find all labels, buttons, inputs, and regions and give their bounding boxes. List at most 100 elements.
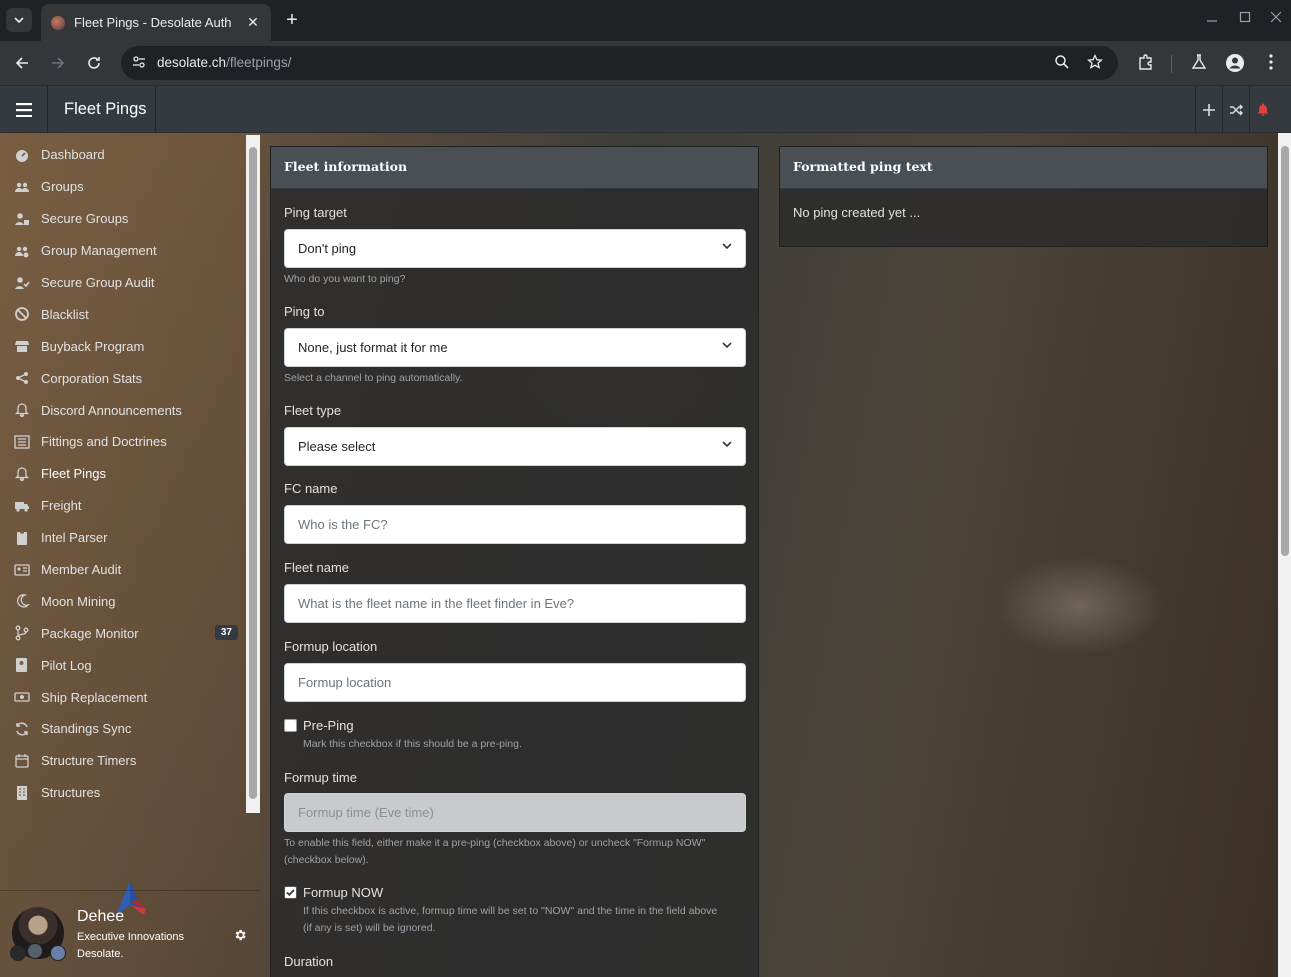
formup-now-checkbox[interactable] [284,886,297,899]
maximize-icon[interactable] [1239,10,1251,26]
zoom-icon[interactable] [1054,54,1070,70]
forward-icon[interactable] [46,51,70,75]
sidebar-item-label: Moon Mining [41,593,116,609]
sidebar-item-standings-sync[interactable]: Standings Sync [0,713,244,745]
sidebar-item-corporation-stats[interactable]: Corporation Stats [0,362,244,394]
sidebar-item-intel-parser[interactable]: Intel Parser [0,522,244,554]
reload-icon[interactable] [82,51,106,75]
sidebar-item-package-monitor[interactable]: Package Monitor 37 [0,617,244,649]
sidebar-item-fittings-and-doctrines[interactable]: Fittings and Doctrines [0,426,244,458]
fleet-information-panel: Fleet information Ping target Don't ping… [270,146,759,977]
sidebar-item-moon-mining[interactable]: Moon Mining [0,585,244,617]
sidebar-item-label: Pilot Log [41,657,92,673]
sidebar-item-member-audit[interactable]: Member Audit [0,554,244,586]
chevron-down-icon [722,342,732,349]
bell-icon [14,466,30,482]
sidebar-item-label: Corporation Stats [41,370,143,386]
sidebar-item-label: Ship Replacement [41,689,148,705]
tab-close-icon[interactable]: ✕ [245,14,261,31]
formup-location-label: Formup location [284,639,378,654]
extensions-icon[interactable] [1137,53,1155,71]
window-close-icon[interactable] [1270,10,1282,26]
sidebar-item-dashboard[interactable]: Dashboard [0,139,244,171]
labs-flask-icon[interactable] [1190,53,1208,71]
sidebar-item-group-management[interactable]: Group Management [0,235,244,267]
money-icon [14,689,30,705]
ping-target-help: Who do you want to ping? [284,273,406,285]
url-text: desolate.ch/fleetpings/ [157,55,291,70]
sidebar-item-secure-group-audit[interactable]: Secure Group Audit [0,267,244,299]
sidebar-item-label: Member Audit [41,562,122,578]
new-tab-button[interactable]: + [282,9,302,31]
fc-name-input[interactable]: Who is the FC? [284,505,746,544]
formatted-ping-title: Formatted ping text [780,147,1267,189]
user-alliance: Desolate. [77,948,124,960]
app-viewport: Fleet Pings Dashboard Groups Secure Groups… [0,86,1291,977]
profile-icon[interactable] [1225,53,1245,73]
sidebar-item-label: Buyback Program [41,338,145,354]
sidebar-item-label: Blacklist [41,306,89,322]
pre-ping-checkbox[interactable] [284,719,297,732]
formup-now-label: Formup NOW [303,885,384,900]
sidebar-item-label: Group Management [41,243,157,259]
sidebar-item-label: Package Monitor [41,625,139,641]
formatted-ping-text: No ping created yet ... [793,205,921,220]
kebab-menu-icon[interactable] [1263,53,1279,71]
address-bar[interactable]: desolate.ch/fleetpings/ [121,46,1118,80]
tab-search-button[interactable] [6,8,32,32]
ban-icon [14,306,30,322]
users-icon [14,179,30,195]
formup-now-help-line2: (if any is set) will be ignored. [303,922,436,934]
site-info-icon[interactable] [131,54,147,70]
bell-icon [14,402,30,418]
sidebar-item-structure-timers[interactable]: Structure Timers [0,745,244,777]
sidebar-item-freight[interactable]: Freight [0,490,244,522]
notification-bell-icon[interactable] [1249,86,1276,133]
fleet-name-input[interactable]: What is the fleet name in the fleet find… [284,584,746,623]
browser-toolbar: desolate.ch/fleetpings/ [0,41,1291,86]
sidebar-item-label: Secure Group Audit [41,275,155,290]
sidebar-item-fleet-pings[interactable]: Fleet Pings [0,458,244,490]
browser-tab[interactable]: Fleet Pings - Desolate Auth ✕ [41,4,271,41]
sidebar-item-secure-groups[interactable]: Secure Groups [0,203,244,235]
fleet-type-label: Fleet type [284,403,342,418]
page-scrollbar-thumb[interactable] [1281,146,1289,556]
formup-location-input[interactable]: Formup location [284,663,746,702]
hamburger-menu-icon[interactable] [0,86,48,133]
sidebar-item-structures[interactable]: Structures [0,777,244,809]
corporation-logo-icon [27,943,43,959]
sidebar-item-ship-replacement[interactable]: Ship Replacement [0,681,244,713]
sidebar-item-discord-announcements[interactable]: Discord Announcements [0,394,244,426]
chevron-down-icon [14,17,24,23]
formup-time-input[interactable]: Formup time (Eve time) [284,793,746,832]
calendar-icon [14,753,30,769]
sidebar-item-buyback-program[interactable]: Buyback Program [0,330,244,362]
fleet-name-label: Fleet name [284,560,350,575]
fleet-type-value: Please select [298,439,376,454]
character-portrait-icon [50,945,66,961]
bookmark-star-icon[interactable] [1087,54,1103,70]
sidebar-item-label: Groups [41,179,84,195]
add-icon[interactable] [1195,86,1222,133]
minimize-icon[interactable] [1206,10,1218,26]
gear-icon[interactable] [233,928,247,942]
shuffle-icon[interactable] [1222,86,1249,133]
count-badge: 37 [214,625,238,641]
user-panel: Dehee Executive Innovations Desolate. [0,891,260,977]
fc-name-label: FC name [284,481,338,496]
sidebar-item-label: Secure Groups [41,211,129,227]
back-icon[interactable] [10,51,34,75]
sidebar-item-pilot-log[interactable]: Pilot Log [0,649,244,681]
clipboard-icon [14,530,30,546]
ping-to-select[interactable]: None, just format it for me [284,328,746,367]
sidebar-item-groups[interactable]: Groups [0,171,244,203]
fleet-information-title: Fleet information [271,147,758,189]
fleet-type-select[interactable]: Please select [284,427,746,466]
url-host: desolate.ch [157,55,227,70]
sync-icon [14,721,30,737]
tab-title: Fleet Pings - Desolate Auth [74,15,232,30]
sidebar-scrollbar-thumb[interactable] [249,147,257,799]
sidebar-item-blacklist[interactable]: Blacklist [0,298,244,330]
list-icon [14,434,30,450]
ping-target-select[interactable]: Don't ping [284,229,746,268]
